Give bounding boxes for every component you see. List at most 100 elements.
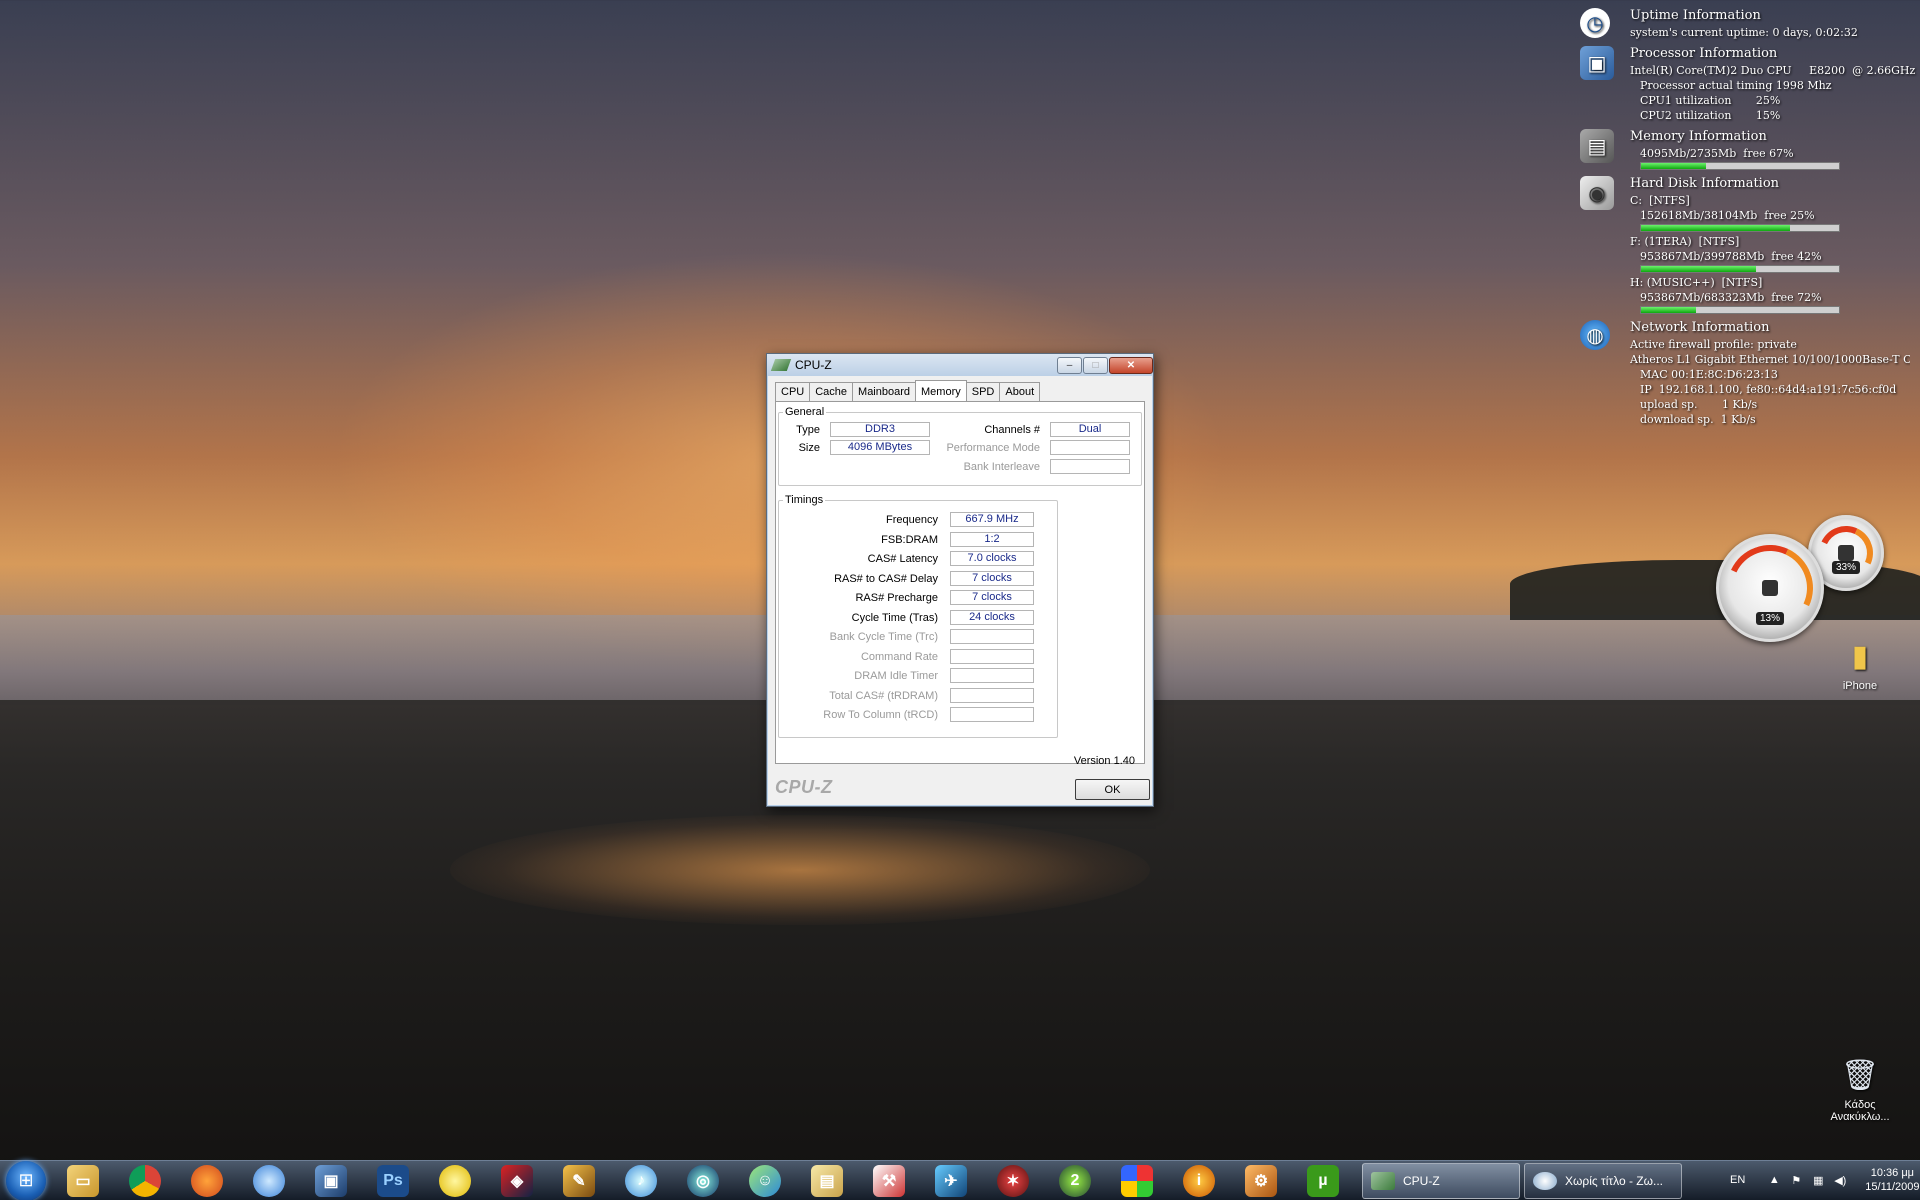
timings-legend: Timings [785,494,824,506]
drive-h-name: H: (MUSIC++) [NTFS] [1630,276,1763,289]
task-cpuz[interactable]: CPU-Z [1362,1163,1520,1199]
network-icon[interactable]: ▦ [1811,1174,1825,1187]
safari-icon[interactable] [247,1162,291,1200]
timing-value [950,707,1034,722]
volume-icon[interactable]: ◀) [1833,1174,1847,1187]
drive-h-fill [1641,307,1697,313]
tab-memory[interactable]: Memory [915,380,967,402]
timing-value: 667.9 MHz [950,512,1034,527]
drive-f-bar [1640,265,1840,273]
timing-value [950,668,1034,683]
drive-c-bar [1640,224,1840,232]
tab-cache[interactable]: Cache [809,382,854,402]
bank-interleave-value [1050,459,1130,474]
uptime-line: system's current uptime: 0 days, 0:02:32 [1630,26,1858,39]
task-paint-label: Χωρίς τίτλο - Ζω... [1565,1174,1663,1188]
type-value: DDR3 [830,422,930,437]
number-two-app-icon[interactable]: 2 [1053,1162,1097,1200]
network-title: Network Information [1630,320,1770,335]
folder-icon: ▮ [1851,639,1869,673]
clock-date: 15/11/2009 [1865,1181,1920,1193]
cpu-gauge-hub-icon [1762,580,1778,596]
drive-f-name: F: (1TERA) [NTFS] [1630,235,1740,248]
memory-panel: General Type DDR3 Size 4096 MBytes Chann… [775,401,1145,764]
computer-icon: ▣ [1580,46,1614,80]
tab-cpu[interactable]: CPU [775,382,811,402]
circle-app-icon[interactable]: ◎ [681,1162,725,1200]
notes-app-icon[interactable]: ▤ [805,1162,849,1200]
media-app-icon[interactable]: ◈ [495,1162,539,1200]
chrome-icon[interactable] [123,1162,167,1200]
memory-usage-bar [1640,162,1840,170]
size-value: 4096 MBytes [830,440,930,455]
tool-app-icon[interactable]: ⚒ [867,1162,911,1200]
system-tray: EN ▲ ⚑ ▦ ◀) 10:36 μμ 15/11/2009 [1730,1160,1920,1200]
general-legend: General [785,406,825,418]
timing-label: Command Rate [860,650,938,663]
timing-value [950,687,1034,703]
messenger-icon[interactable]: ☺ [743,1162,787,1200]
close-button[interactable]: ✕ [1109,356,1153,374]
uptime-title: Uptime Information [1630,8,1761,23]
photoshop-icon[interactable]: Ps [371,1162,415,1200]
drive-c-usage: 152618Mb/38104Mb free 25% [1640,209,1815,222]
clock-time: 10:36 μμ [1870,1167,1915,1179]
maximize-button[interactable]: □ [1083,356,1108,374]
desktop-icon-iphone-label: iPhone [1842,680,1878,692]
cpuz-window[interactable]: CPU-Z – □ ✕ CPU Cache Mainboard Memory S… [766,353,1154,807]
uptime-section: ◷ Uptime Information system's current up… [1580,8,1910,40]
timing-label: Cycle Time (Tras) [851,611,938,624]
paint-task-icon [1533,1172,1557,1190]
show-hidden-icons-icon[interactable]: ▲ [1767,1174,1781,1186]
timing-label: Frequency [886,514,938,526]
firewall-profile: Active firewall profile: private [1630,338,1797,351]
processor-title: Processor Information [1630,46,1778,61]
drive-f-usage: 953867Mb/399788Mb free 42% [1640,250,1822,263]
recycle-bin-label-2: Ανακύκλω... [1830,1111,1890,1123]
clock[interactable]: 10:36 μμ 15/11/2009 [1865,1166,1919,1194]
flag-icon[interactable]: ⚑ [1789,1174,1803,1187]
cpu-gauge[interactable]: 13% [1714,532,1826,644]
itunes-icon[interactable]: ♪ [619,1162,663,1200]
game-app-icon[interactable]: ✶ [991,1162,1035,1200]
task-paint[interactable]: Χωρίς τίτλο - Ζω... [1524,1163,1682,1199]
drive-c-name: C: [NTFS] [1630,194,1690,207]
bank-interleave-label: Bank Interleave [963,461,1040,473]
timing-label: RAS# Precharge [855,592,938,604]
gear-app-icon[interactable]: ⚙ [1239,1162,1283,1200]
upload-speed: upload sp. 1 Kb/s [1640,398,1758,411]
minimize-button[interactable]: – [1057,356,1082,374]
clock-icon: ◷ [1580,8,1610,38]
explorer-icon[interactable]: ▭ [61,1162,105,1200]
tab-spd[interactable]: SPD [965,382,1001,402]
version-label: Version 1.40 [1073,755,1135,767]
monitor-app-icon[interactable]: ▣ [309,1162,353,1200]
channels-label: Channels # [984,424,1040,436]
desktop-icon-iphone[interactable]: ▮ iPhone [1815,636,1905,693]
processor-section: ▣ Processor Information Intel(R) Core(TM… [1580,46,1915,123]
system-info-gadget: ◷ Uptime Information system's current up… [1580,8,1915,433]
firefox-icon[interactable] [185,1162,229,1200]
cpuz-brand-logo: CPU-Z [775,777,833,797]
tab-about[interactable]: About [999,382,1041,402]
cpu-gauge-value: 13% [1755,612,1785,625]
utorrent-icon[interactable]: µ [1301,1162,1345,1200]
disc-app-icon[interactable] [433,1162,477,1200]
timing-label: Bank Cycle Time (Trc) [829,631,938,643]
cpu1-utilization: CPU1 utilization 25% [1640,94,1781,107]
tab-mainboard[interactable]: Mainboard [852,382,917,402]
pencil-app-icon[interactable]: ✎ [557,1162,601,1200]
drive-f-fill [1641,266,1756,272]
ok-button[interactable]: OK [1075,779,1150,800]
windows-app-icon[interactable] [1115,1162,1159,1200]
desktop-icon-recycle-bin[interactable]: 🗑 Κάδος Ανακύκλω... [1815,1055,1905,1124]
memory-gauge-hub-icon [1838,545,1854,561]
memory-usage-fill [1641,163,1707,169]
info-app-icon[interactable]: i [1177,1162,1221,1200]
language-indicator[interactable]: EN [1730,1174,1745,1186]
memory-usage: 4095Mb/2735Mb free 67% [1640,147,1794,160]
plane-app-icon[interactable]: ✈ [929,1162,973,1200]
ip-address: IP 192.168.1.100, fe80::64d4:a191:7c56:c… [1640,383,1897,396]
cpuz-titlebar[interactable]: CPU-Z – □ ✕ [767,354,1153,376]
start-button[interactable]: ⊞ [6,1160,46,1200]
